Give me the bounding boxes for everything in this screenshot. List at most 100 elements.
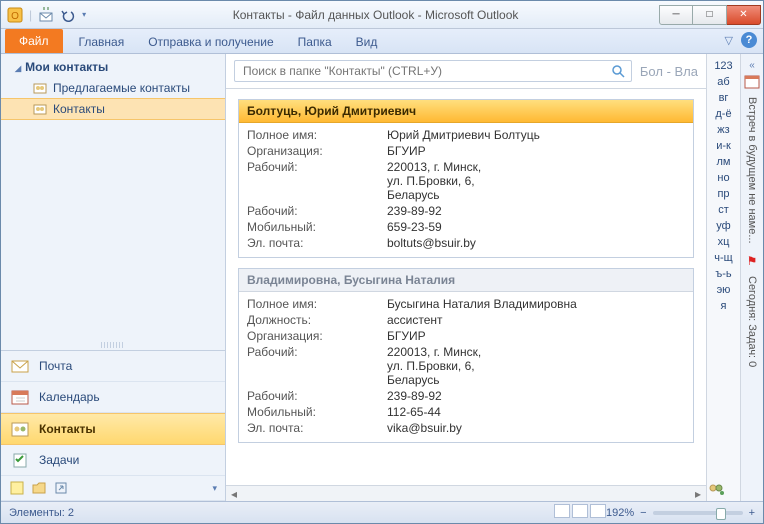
tab-send-receive[interactable]: Отправка и получение	[136, 31, 285, 53]
pane-resize-grip[interactable]	[101, 342, 125, 348]
view-list-icon[interactable]	[572, 504, 588, 518]
ribbon-expand-icon[interactable]: ▽	[725, 34, 733, 47]
alpha-index-item[interactable]: ст	[707, 202, 740, 218]
contact-field-row: Должность:ассистент	[247, 312, 685, 328]
field-label: Мобильный:	[247, 220, 387, 234]
nav-module-label: Задачи	[39, 453, 79, 467]
window-title: Контакты - Файл данных Outlook - Microso…	[92, 8, 659, 22]
close-button[interactable]: ✕	[727, 5, 761, 25]
undo-icon[interactable]	[60, 7, 76, 23]
tab-folder[interactable]: Папка	[286, 31, 344, 53]
main-layout: Мои контакты Предлагаемые контакты Конта…	[1, 54, 763, 501]
contact-field-row: Полное имя:Бусыгина Наталия Владимировна	[247, 296, 685, 312]
field-value: 239-89-92	[387, 204, 685, 218]
alphabet-index: 123абвгд-ёжзи-клмнопрстуфхцч-щъ-ьэюя	[707, 54, 741, 501]
contact-field-row: Эл. почта:vika@bsuir.by	[247, 420, 685, 436]
zoom-value: 192%	[606, 507, 634, 519]
alpha-index-item[interactable]: ч-щ	[707, 250, 740, 266]
contact-card-header[interactable]: Владимировна, Бусыгина Наталия	[239, 269, 693, 292]
scroll-left-icon[interactable]: ◂	[226, 487, 242, 501]
contact-field-row: Рабочий:220013, г. Минск, ул. П.Бровки, …	[247, 344, 685, 388]
help-icon[interactable]: ?	[741, 32, 757, 48]
nav-item-label: Предлагаемые контакты	[53, 81, 190, 95]
contact-field-row: Мобильный:659-23-59	[247, 219, 685, 235]
alpha-index-item[interactable]: 123	[707, 58, 740, 74]
alpha-index-item[interactable]: д-ё	[707, 106, 740, 122]
search-box[interactable]	[234, 60, 632, 82]
field-value: БГУИР	[387, 329, 685, 343]
alpha-range-label: Бол - Вла	[640, 64, 698, 79]
zoom-out-button[interactable]: −	[640, 507, 646, 519]
calendar-icon	[11, 389, 29, 405]
field-label: Полное имя:	[247, 128, 387, 142]
expand-todo-icon[interactable]: «	[749, 60, 755, 71]
search-icon[interactable]	[611, 64, 625, 78]
field-value: 239-89-92	[387, 389, 685, 403]
field-label: Рабочий:	[247, 345, 387, 387]
horizontal-scrollbar[interactable]: ◂ ▸	[226, 485, 706, 501]
alpha-index-item[interactable]: жз	[707, 122, 740, 138]
flag-icon: ⚑	[747, 254, 758, 268]
nav-module-calendar[interactable]: Календарь	[1, 382, 225, 413]
notes-icon[interactable]	[9, 480, 25, 496]
view-card-icon[interactable]	[554, 504, 570, 518]
field-label: Должность:	[247, 313, 387, 327]
alpha-index-item[interactable]: лм	[707, 154, 740, 170]
nav-module-tasks[interactable]: Задачи	[1, 445, 225, 476]
nav-section-header[interactable]: Мои контакты	[1, 54, 225, 78]
minimize-button[interactable]: ─	[659, 5, 693, 25]
zoom-in-button[interactable]: +	[749, 507, 755, 519]
maximize-button[interactable]: □	[693, 5, 727, 25]
folder-icon[interactable]	[31, 480, 47, 496]
alpha-people-icon[interactable]	[707, 477, 740, 501]
tab-view[interactable]: Вид	[344, 31, 390, 53]
alpha-index-item[interactable]: хц	[707, 234, 740, 250]
contact-field-row: Организация:БГУИР	[247, 143, 685, 159]
status-bar: Элементы: 2 192% − +	[1, 501, 763, 523]
view-phone-icon[interactable]	[590, 504, 606, 518]
zoom-slider[interactable]	[653, 511, 743, 515]
todo-appointments-text: Встреч в будущем не наме...	[746, 97, 758, 244]
cards-container: Болтуць, Юрий ДмитриевичПолное имя:Юрий …	[226, 89, 706, 485]
field-value: 220013, г. Минск, ул. П.Бровки, 6, Белар…	[387, 345, 685, 387]
field-value: БГУИР	[387, 144, 685, 158]
contacts-list-pane: Бол - Вла Болтуць, Юрий Дмитриевич Полное…	[226, 54, 707, 501]
alpha-index-item[interactable]: я	[707, 298, 740, 314]
alpha-index-item[interactable]: эю	[707, 282, 740, 298]
nav-configure-icon[interactable]: ▾	[212, 483, 217, 494]
view-switcher[interactable]	[552, 504, 606, 521]
contact-card-header[interactable]: Болтуць, Юрий Дмитриевич	[239, 100, 693, 123]
alpha-index-item[interactable]: уф	[707, 218, 740, 234]
search-input[interactable]	[241, 63, 611, 79]
nav-footer-icons: ▾	[1, 476, 225, 501]
qat-dropdown-icon[interactable]: ▾	[82, 10, 86, 19]
contact-field-row: Эл. почта:boltuts@bsuir.by	[247, 235, 685, 251]
contact-card[interactable]: Владимировна, Бусыгина НаталияПолное имя…	[238, 268, 694, 443]
nav-module-contacts[interactable]: Контакты	[1, 413, 225, 445]
nav-module-mail[interactable]: Почта	[1, 351, 225, 382]
todo-bar-collapsed[interactable]: « Встреч в будущем не наме... ⚑ Сегодня:…	[741, 54, 763, 501]
content-area: Бол - Вла Болтуць, Юрий Дмитриевич Полное…	[226, 54, 763, 501]
nav-item-contacts[interactable]: Контакты	[1, 98, 225, 120]
shortcuts-icon[interactable]	[53, 480, 69, 496]
field-value: boltuts@bsuir.by	[387, 236, 685, 250]
calendar-small-icon[interactable]	[744, 75, 760, 89]
tab-file[interactable]: Файл	[5, 29, 63, 53]
scroll-right-icon[interactable]: ▸	[690, 487, 706, 501]
nav-item-suggested-contacts[interactable]: Предлагаемые контакты	[1, 78, 225, 98]
alpha-index-item[interactable]: вг	[707, 90, 740, 106]
alpha-index-item[interactable]: ъ-ь	[707, 266, 740, 282]
search-row: Бол - Вла	[226, 54, 706, 89]
alpha-index-item[interactable]: пр	[707, 186, 740, 202]
alpha-index-item[interactable]: и-к	[707, 138, 740, 154]
outlook-icon: O	[7, 7, 23, 23]
alpha-index-item[interactable]: но	[707, 170, 740, 186]
tab-home[interactable]: Главная	[67, 31, 137, 53]
contact-card-body: Полное имя:Бусыгина Наталия Владимировна…	[239, 292, 693, 442]
contact-card[interactable]: Болтуць, Юрий ДмитриевичПолное имя:Юрий …	[238, 99, 694, 258]
alpha-index-item[interactable]: аб	[707, 74, 740, 90]
field-value: vika@bsuir.by	[387, 421, 685, 435]
status-item-count: Элементы: 2	[9, 507, 74, 519]
field-label: Мобильный:	[247, 405, 387, 419]
send-receive-icon[interactable]	[38, 7, 54, 23]
